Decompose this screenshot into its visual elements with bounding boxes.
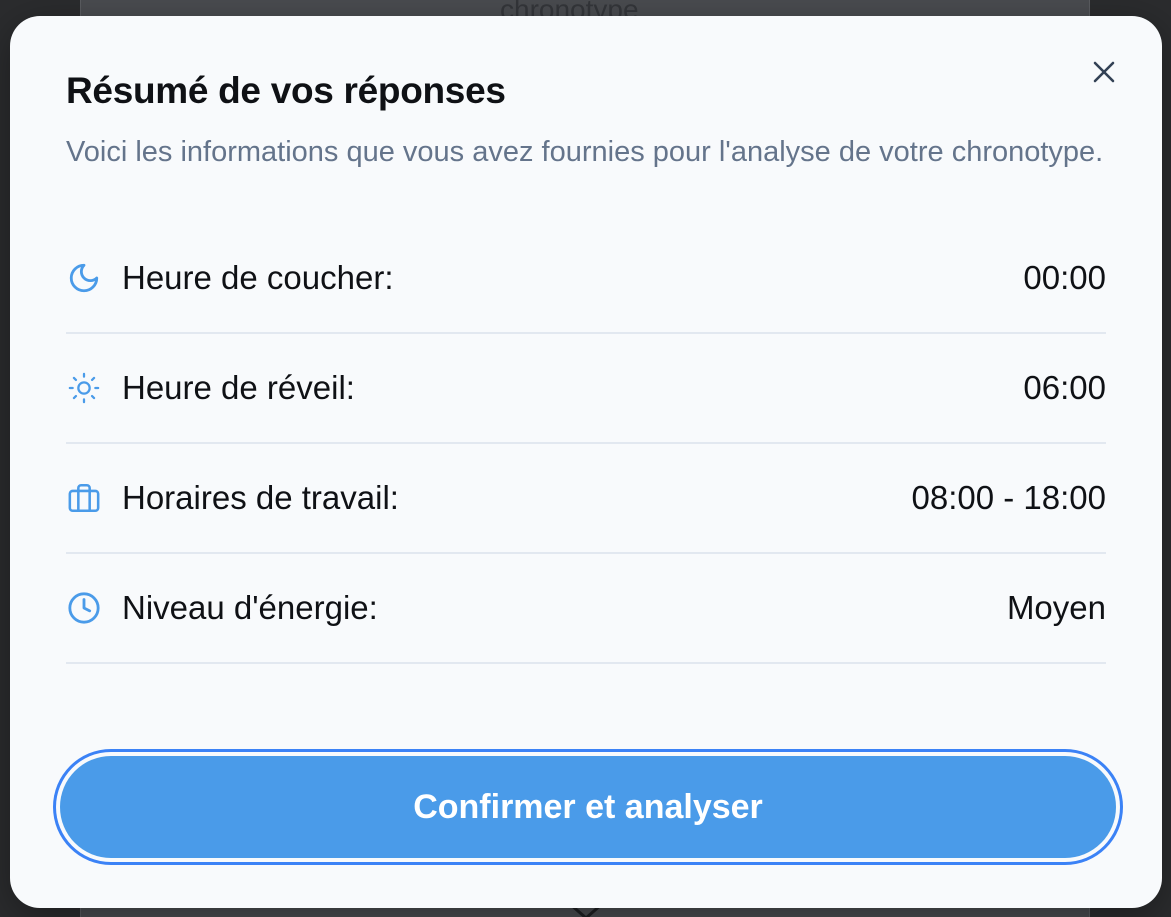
close-button[interactable] bbox=[1090, 58, 1118, 86]
row-value: 00:00 bbox=[1023, 259, 1106, 296]
list-item-energy-level: Niveau d'énergie: Moyen bbox=[66, 554, 1106, 664]
row-label: Heure de coucher: bbox=[122, 259, 394, 296]
sun-icon bbox=[66, 370, 102, 406]
confirm-analyze-button[interactable]: Confirmer et analyser bbox=[60, 756, 1116, 858]
dialog-subtitle: Voici les informations que vous avez fou… bbox=[66, 136, 1104, 168]
moon-icon bbox=[66, 260, 102, 296]
briefcase-icon bbox=[66, 480, 102, 516]
summary-dialog: Résumé de vos réponses Voici les informa… bbox=[10, 16, 1162, 908]
row-label: Heure de réveil: bbox=[122, 369, 355, 406]
close-icon bbox=[1093, 61, 1115, 83]
confirm-button-label: Confirmer et analyser bbox=[413, 787, 763, 826]
row-label: Niveau d'énergie: bbox=[122, 589, 378, 626]
clock-icon bbox=[66, 590, 102, 626]
row-value: 06:00 bbox=[1023, 369, 1106, 406]
list-item-work-hours: Horaires de travail: 08:00 - 18:00 bbox=[66, 444, 1106, 554]
row-label: Horaires de travail: bbox=[122, 479, 399, 516]
dialog-title: Résumé de vos réponses bbox=[66, 70, 506, 111]
row-value: 08:00 - 18:00 bbox=[911, 479, 1107, 516]
row-value: Moyen bbox=[1006, 589, 1106, 626]
answers-list: Heure de coucher: 00:00 Heure de réveil:… bbox=[66, 224, 1106, 664]
list-item-wake-time: Heure de réveil: 06:00 bbox=[66, 334, 1106, 444]
list-item-bedtime: Heure de coucher: 00:00 bbox=[66, 224, 1106, 334]
